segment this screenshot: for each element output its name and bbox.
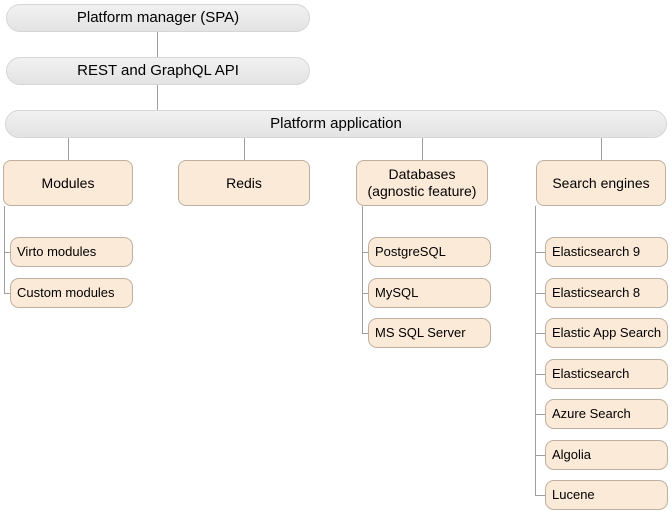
connector-chain-0 (157, 32, 158, 57)
connector-stub-elasticsearch-8 (535, 293, 545, 294)
node-label: Redis (226, 174, 262, 191)
connector-branch-modules (68, 138, 69, 160)
node-elasticsearch: Elasticsearch (545, 359, 668, 389)
node-label: (agnostic feature) (367, 183, 477, 199)
connector-stub-azure-search (535, 414, 545, 415)
connector-spine-modules (4, 206, 5, 294)
node-platform-manager-spa: Platform manager (SPA) (6, 4, 310, 32)
connector-spine-databases (362, 206, 363, 334)
node-ms-sql-server: MS SQL Server (368, 318, 491, 348)
connector-stub-elasticsearch (535, 374, 545, 375)
node-azure-search: Azure Search (545, 399, 668, 429)
node-elasticsearch-8: Elasticsearch 8 (545, 278, 668, 308)
node-label: Lucene (552, 487, 595, 503)
node-label: Databases (388, 166, 456, 183)
node-label: Elasticsearch 8 (552, 285, 641, 301)
node-platform-application: Platform application (5, 110, 667, 138)
node-elastic-app-search: Elastic App Search (545, 318, 668, 348)
connector-branch-redis (244, 138, 245, 160)
node-label: Platform manager (SPA) (76, 9, 240, 26)
node-modules: Modules (3, 160, 133, 206)
node-postgresql: PostgreSQL (368, 237, 491, 267)
node-label: Modules (41, 174, 95, 191)
node-label: Search engines (552, 174, 650, 191)
node-label: Virto modules (17, 244, 97, 260)
node-label: Elasticsearch 9 (552, 244, 641, 260)
node-label: MS SQL Server (375, 325, 466, 341)
diagram-canvas: Platform manager (SPA) REST and GraphQL A… (0, 0, 672, 515)
node-label: Elastic App Search (552, 325, 662, 341)
node-mysql: MySQL (368, 278, 491, 308)
node-custom-modules: Custom modules (10, 278, 133, 308)
node-label: PostgreSQL (375, 244, 446, 260)
node-databases-agnostic-feature: Databases (agnostic feature) (356, 160, 488, 206)
connector-stub-elastic-app-search (535, 333, 545, 334)
node-elasticsearch-9: Elasticsearch 9 (545, 237, 668, 267)
node-lucene: Lucene (545, 480, 668, 510)
node-label: MySQL (375, 285, 419, 301)
node-label: Platform application (270, 115, 402, 132)
node-rest-and-graphql-api: REST and GraphQL API (6, 57, 310, 85)
node-label: Custom modules (17, 285, 115, 301)
node-virto-modules: Virto modules (10, 237, 133, 267)
connector-stub-algolia (535, 455, 545, 456)
connector-branch-search-engines (601, 138, 602, 160)
connector-stub-lucene (535, 495, 545, 496)
node-label: Azure Search (552, 406, 631, 422)
node-label: Elasticsearch (552, 366, 630, 382)
connector-stub-elasticsearch-9 (535, 252, 545, 253)
node-search-engines: Search engines (536, 160, 666, 206)
node-redis: Redis (178, 160, 310, 206)
node-algolia: Algolia (545, 440, 668, 470)
node-label: REST and GraphQL API (77, 62, 239, 79)
connector-chain-1 (157, 85, 158, 110)
connector-branch-databases (422, 138, 423, 160)
node-label: Algolia (552, 447, 592, 463)
connector-spine-search-engines (535, 206, 536, 496)
